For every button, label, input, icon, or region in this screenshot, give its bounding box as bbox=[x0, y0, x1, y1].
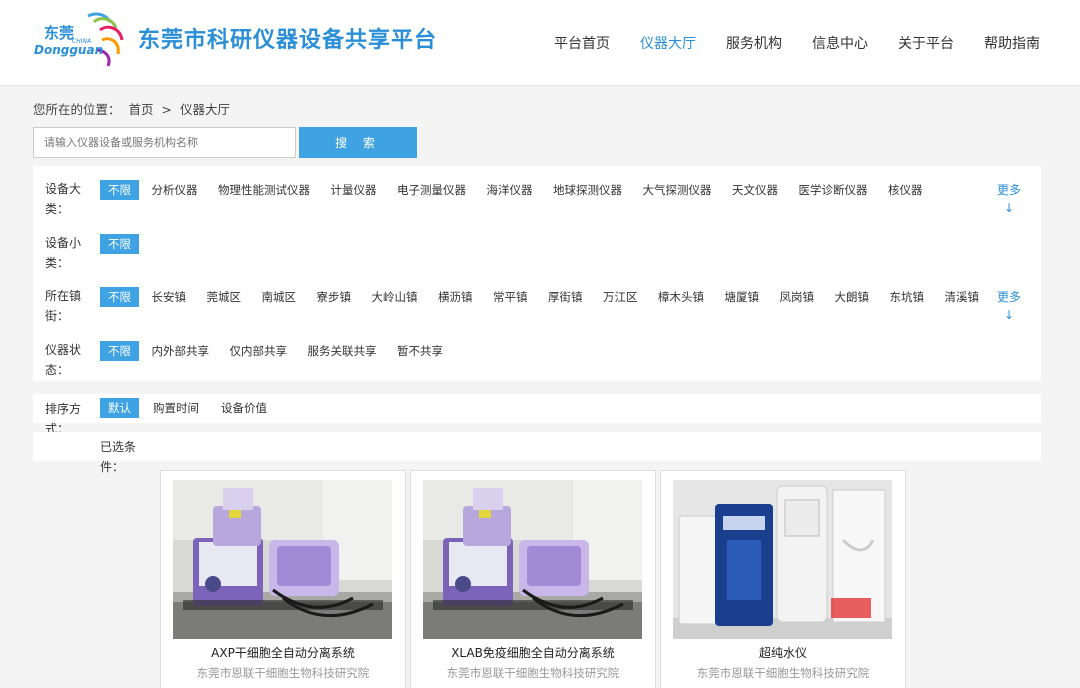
instrument-card[interactable]: 超纯水仪东莞市恩联干细胞生物科技研究院 bbox=[660, 470, 906, 688]
filter-option[interactable]: 寮步镇 bbox=[309, 287, 360, 307]
breadcrumb-current: 仪器大厅 bbox=[179, 102, 230, 117]
more-label: 更多 bbox=[996, 183, 1021, 197]
filter-label: 所在镇街： bbox=[45, 289, 82, 323]
arrow-down-icon: ↓ bbox=[1003, 201, 1015, 215]
filter-option[interactable]: 东坑镇 bbox=[882, 287, 933, 307]
filter-option[interactable]: 医学诊断仪器 bbox=[791, 180, 876, 200]
filter-option[interactable]: 南城区 bbox=[254, 287, 305, 307]
more-button[interactable]: 更多 ↓ bbox=[997, 288, 1021, 324]
filter-options: 不限 内外部共享 仅内部共享 服务关联共享 暂不共享 bbox=[100, 341, 456, 361]
svg-text:CHINA: CHINA bbox=[72, 38, 91, 45]
instrument-organization: 东莞市恩联干细胞生物科技研究院 bbox=[446, 666, 620, 680]
breadcrumb-home-link[interactable]: 首页 bbox=[129, 102, 154, 117]
filter-options: 不限 长安镇 莞城区 南城区 寮步镇 大岭山镇 横沥镇 常平镇 厚街镇 万江区 樟木头镇 塘厦镇 凤岗镇… bbox=[100, 287, 992, 307]
filter-option[interactable]: 樟木头镇 bbox=[650, 287, 712, 307]
filter-option[interactable]: 常平镇 bbox=[485, 287, 536, 307]
instrument-organization: 东莞市恩联干细胞生物科技研究院 bbox=[696, 666, 870, 680]
filter-option[interactable]: 物理性能测试仪器 bbox=[210, 180, 318, 200]
search-input[interactable] bbox=[33, 127, 296, 158]
instrument-card[interactable]: AXP干细胞全自动分离系统 东莞市恩联干细胞生物科技研究院 bbox=[160, 470, 406, 688]
filter-option[interactable]: 大岭山镇 bbox=[364, 287, 426, 307]
sort-panel: 排序方式： 默认 购置时间 设备价值 bbox=[33, 394, 1041, 436]
sort-options: 默认 购置时间 设备价值 bbox=[100, 398, 281, 418]
filter-label: 设备小类： bbox=[45, 236, 82, 270]
breadcrumb: 您所在的位置： 首页 > 仪器大厅 bbox=[33, 99, 234, 118]
nav-item-2[interactable]: 服务机构 bbox=[726, 33, 782, 53]
nav-item-5[interactable]: 帮助指南 bbox=[984, 33, 1040, 53]
filter-row-equipment-subcategory: 设备小类： 不限 bbox=[33, 225, 1041, 275]
instrument-title[interactable]: 超纯水仪 bbox=[661, 644, 905, 661]
filter-option[interactable]: 不限 bbox=[100, 287, 139, 307]
site-title: 东莞市科研仪器设备共享平台 bbox=[138, 28, 438, 53]
filter-option[interactable]: 不限 bbox=[100, 180, 139, 200]
arrow-down-icon: ↓ bbox=[1003, 308, 1015, 322]
filter-option[interactable]: 海洋仪器 bbox=[479, 180, 541, 200]
filter-option[interactable]: 电子测量仪器 bbox=[389, 180, 474, 200]
breadcrumb-separator: > bbox=[161, 102, 172, 117]
instrument-photo[interactable] bbox=[673, 480, 892, 639]
filter-options: 不限 bbox=[100, 234, 144, 254]
svg-text:东莞: 东莞 bbox=[44, 24, 74, 42]
nav-item-4[interactable]: 关于平台 bbox=[898, 33, 954, 53]
filter-option[interactable]: 莞城区 bbox=[199, 287, 250, 307]
filter-option[interactable]: 核仪器 bbox=[880, 180, 931, 200]
sort-option[interactable]: 默认 bbox=[100, 398, 139, 418]
filter-option[interactable]: 不限 bbox=[100, 341, 139, 361]
filter-option[interactable]: 计量仪器 bbox=[323, 180, 385, 200]
filter-options: 不限 分析仪器 物理性能测试仪器 计量仪器 电子测量仪器 海洋仪器 地球探测仪器 大气探测仪器… bbox=[100, 180, 935, 200]
filter-option[interactable]: 长安镇 bbox=[144, 287, 195, 307]
selected-conditions-panel: 已选条件： bbox=[33, 432, 1041, 474]
filter-option[interactable]: 分析仪器 bbox=[144, 180, 206, 200]
filter-option[interactable]: 仅内部共享 bbox=[222, 341, 296, 361]
breadcrumb-prefix: 您所在的位置： bbox=[33, 102, 121, 117]
svg-text:Dongguan: Dongguan bbox=[34, 43, 103, 57]
filter-label: 设备大类： bbox=[45, 182, 82, 216]
filter-option[interactable]: 天文仪器 bbox=[724, 180, 786, 200]
selected-conditions-label: 已选条件： bbox=[100, 440, 137, 474]
filter-option[interactable]: 内外部共享 bbox=[144, 341, 218, 361]
filter-option[interactable]: 万江区 bbox=[595, 287, 646, 307]
instrument-title[interactable]: XLAB免疫细胞全自动分离系统 bbox=[411, 644, 655, 661]
instrument-card[interactable]: XLAB免疫细胞全自动分离系统 东莞市恩联干细胞生物科技研究院 bbox=[410, 470, 656, 688]
instrument-organization: 东莞市恩联干细胞生物科技研究院 bbox=[196, 666, 370, 680]
filter-option[interactable]: 地球探测仪器 bbox=[545, 180, 630, 200]
filter-label: 仪器状态： bbox=[45, 343, 82, 377]
filter-option[interactable]: 凤岗镇 bbox=[772, 287, 823, 307]
filter-panel: 设备大类： 不限 分析仪器 物理性能测试仪器 计量仪器 电子测量仪器 海洋仪器 地球探测仪器大… bbox=[33, 166, 1041, 381]
filter-option[interactable]: 厚街镇 bbox=[540, 287, 591, 307]
sort-option[interactable]: 购置时间 bbox=[145, 398, 207, 418]
more-label: 更多 bbox=[996, 290, 1021, 304]
filter-option[interactable]: 大朗镇 bbox=[827, 287, 878, 307]
nav-item-3[interactable]: 信息中心 bbox=[812, 33, 868, 53]
main-nav: 平台首页 仪器大厅 服务机构 信息中心 关于平台 帮助指南 bbox=[524, 33, 1040, 53]
instrument-photo[interactable] bbox=[423, 480, 642, 639]
filter-option[interactable]: 横沥镇 bbox=[430, 287, 481, 307]
filter-row-equipment-category: 设备大类： 不限 分析仪器 物理性能测试仪器 计量仪器 电子测量仪器 海洋仪器 地球探测仪器大… bbox=[33, 171, 1041, 221]
instrument-photo[interactable] bbox=[173, 480, 392, 639]
instrument-title[interactable]: AXP干细胞全自动分离系统 bbox=[161, 644, 405, 661]
dongguan-logo[interactable]: 东莞 Dongguan CHINA bbox=[30, 10, 130, 74]
filter-option[interactable]: 暂不共享 bbox=[389, 341, 451, 361]
filter-option[interactable]: 塘厦镇 bbox=[717, 287, 768, 307]
filter-row-town-street: 所在镇街： 不限 长安镇 莞城区 南城区 寮步镇 大岭山镇 横沥镇 常平镇 厚街镇 万江区 樟木头镇塘… bbox=[33, 278, 1041, 328]
nav-item-0[interactable]: 平台首页 bbox=[554, 33, 610, 53]
filter-row-instrument-status: 仪器状态： 不限 内外部共享 仅内部共享 服务关联共享 暂不共享 bbox=[33, 332, 1041, 382]
filter-option[interactable]: 清溪镇 bbox=[937, 287, 988, 307]
more-button[interactable]: 更多 ↓ bbox=[997, 181, 1021, 217]
filter-option[interactable]: 服务关联共享 bbox=[300, 341, 385, 361]
filter-option[interactable]: 不限 bbox=[100, 234, 139, 254]
nav-item-1[interactable]: 仪器大厅 bbox=[640, 33, 696, 53]
sort-option[interactable]: 设备价值 bbox=[213, 398, 275, 418]
site-header: 东莞 Dongguan CHINA 东莞市科研仪器设备共享平台 平台首页 仪器大厅… bbox=[0, 0, 1080, 86]
filter-option[interactable]: 大气探测仪器 bbox=[635, 180, 720, 200]
search-button[interactable]: 搜 索 bbox=[299, 127, 417, 158]
